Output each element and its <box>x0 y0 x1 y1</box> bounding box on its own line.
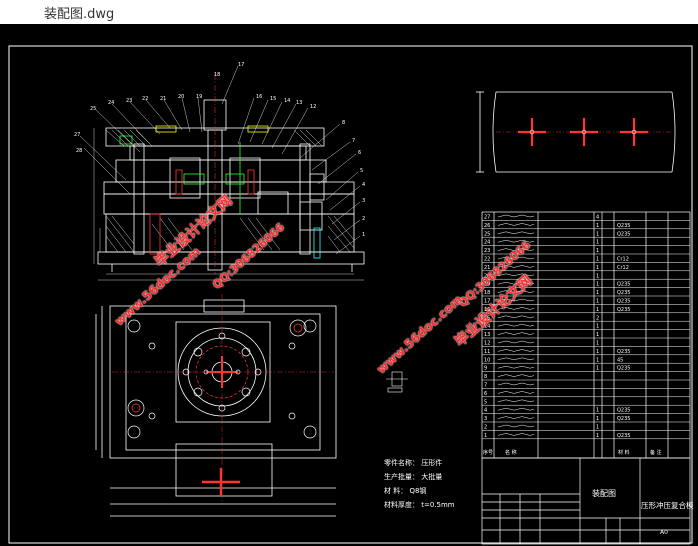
title-block-text-layer: 装配图 压形冲压复合模 A0 序号 名 称 材 料 备 注 <box>483 449 694 536</box>
bom-header-no: 序号 <box>483 449 493 456</box>
drawing-name: 装配图 <box>592 488 616 498</box>
part-name: 压形冲压复合模 <box>641 500 694 510</box>
bom-header-material: 材 料 <box>618 449 630 456</box>
cad-drawing-canvas[interactable]: 27 28 25 24 23 22 21 20 19 18 17 16 15 14 13 12 … <box>0 24 698 546</box>
title-bar: 装配图.dwg <box>0 0 698 24</box>
window-title: 装配图.dwg <box>44 7 115 22</box>
note-production: 生产批量： 大批量 <box>384 473 443 481</box>
note-thickness: 材料厚度： t=0.5mm <box>384 501 455 509</box>
sheet-size: A0 <box>660 529 668 536</box>
bom-header-remark: 备 注 <box>650 449 662 456</box>
note-material: 材 料： Q8钢 <box>384 487 427 495</box>
note-part-name: 零件名称： 压形件 <box>384 459 443 467</box>
bom-header-name: 名 称 <box>505 449 517 456</box>
